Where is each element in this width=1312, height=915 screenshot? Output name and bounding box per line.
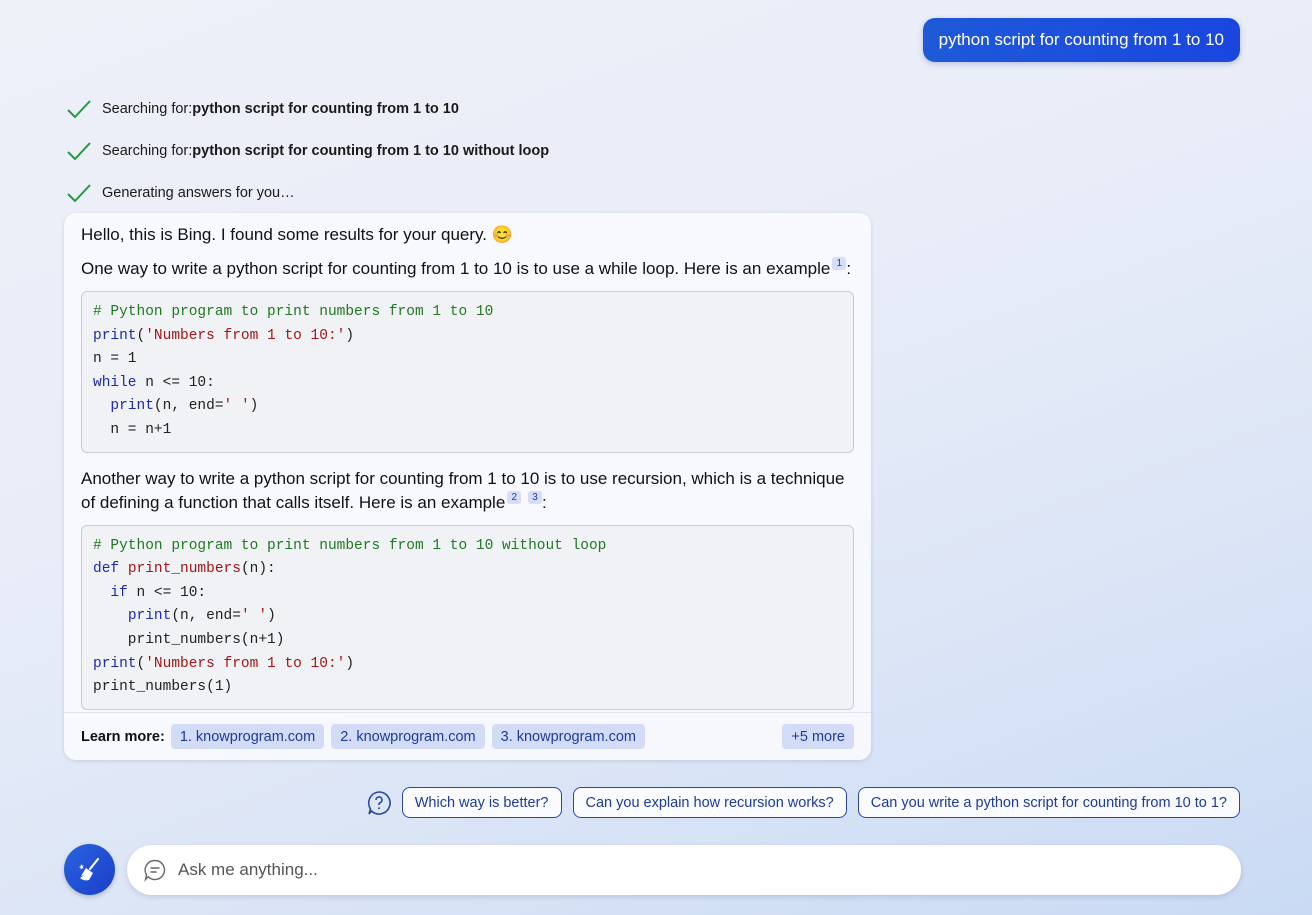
status-query: python script for counting from 1 to 10 … <box>192 143 550 159</box>
checkmark-icon <box>67 184 91 203</box>
citation-badge[interactable]: 3 <box>528 490 543 504</box>
code-line: print(n, end=' ') <box>127 608 276 625</box>
code-line: while n <= 10: <box>93 374 215 391</box>
status-prefix: Generating answers for you… <box>102 185 295 201</box>
citation-badge[interactable]: 2 <box>507 490 522 504</box>
code-line: n = n+1 <box>93 421 172 438</box>
source-link[interactable]: 1. knowprogram.com <box>170 724 325 749</box>
source-link[interactable]: 2. knowprogram.com <box>331 724 485 749</box>
code-line: n = 1 <box>93 351 137 368</box>
status-prefix: Searching for: <box>102 143 193 159</box>
code-line: # Python program to print numbers from 1… <box>93 537 607 554</box>
colon: : <box>846 259 852 278</box>
code-line: # Python program to print numbers from 1… <box>93 304 494 320</box>
status-item: Searching for: python script for countin… <box>66 88 549 130</box>
code-line: def print_numbers(n): <box>93 561 276 578</box>
ask-box <box>127 845 1241 895</box>
answer-body: Hello, this is Bing. I found some result… <box>64 213 871 710</box>
learn-more-bar: Learn more: 1. knowprogram.com 2. knowpr… <box>64 712 871 760</box>
checkmark-icon <box>67 100 91 119</box>
code-line: print(n, end=' ') <box>110 398 259 415</box>
code-line: print('Numbers from 1 to 10:') <box>93 327 355 344</box>
chat-bubble-icon <box>144 859 166 882</box>
user-message-text: python script for counting from 1 to 10 <box>938 30 1224 49</box>
answer-paragraph-1: One way to write a python script for cou… <box>81 257 854 281</box>
status-item: Searching for: python script for countin… <box>66 130 549 172</box>
colon: : <box>542 492 547 512</box>
code-line: print_numbers(n+1) <box>93 631 285 648</box>
checkmark-icon <box>67 142 91 161</box>
answer-paragraph-2: Another way to write a python script for… <box>81 467 854 515</box>
user-message-bubble: python script for counting from 1 to 10 <box>922 18 1240 62</box>
question-bubble-icon <box>367 790 391 815</box>
source-link[interactable]: 3. knowprogram.com <box>491 724 645 749</box>
status-prefix: Searching for: <box>102 101 193 117</box>
suggestion-button[interactable]: Can you explain how recursion works? <box>572 787 847 818</box>
answer-greeting: Hello, this is Bing. I found some result… <box>81 225 513 244</box>
code-line: print_numbers(1) <box>93 679 233 696</box>
suggestion-button[interactable]: Can you write a python script for counti… <box>857 787 1240 818</box>
code-line: print('Numbers from 1 to 10:') <box>93 655 355 672</box>
suggestion-bar: Which way is better? Can you explain how… <box>366 787 1240 818</box>
suggestion-button[interactable]: Which way is better? <box>401 787 562 818</box>
code-block-while-loop: # Python program to print numbers from 1… <box>81 291 854 453</box>
ask-input[interactable] <box>178 845 1241 895</box>
learn-more-label: Learn more: <box>81 728 165 745</box>
code-line: if n <= 10: <box>110 584 207 601</box>
paragraph-text: Another way to write a python script for… <box>81 468 845 512</box>
code-block-recursion: # Python program to print numbers from 1… <box>81 524 854 710</box>
more-sources-button[interactable]: +5 more <box>782 724 854 749</box>
paragraph-text: One way to write a python script for cou… <box>81 259 831 278</box>
status-item: Generating answers for you… <box>66 172 549 214</box>
status-query: python script for counting from 1 to 10 <box>192 101 459 117</box>
status-list: Searching for: python script for countin… <box>66 88 549 214</box>
answer-card: Hello, this is Bing. I found some result… <box>64 213 871 760</box>
broom-icon <box>78 857 99 880</box>
citation-badge[interactable]: 1 <box>832 257 847 270</box>
new-topic-button[interactable] <box>64 844 115 895</box>
